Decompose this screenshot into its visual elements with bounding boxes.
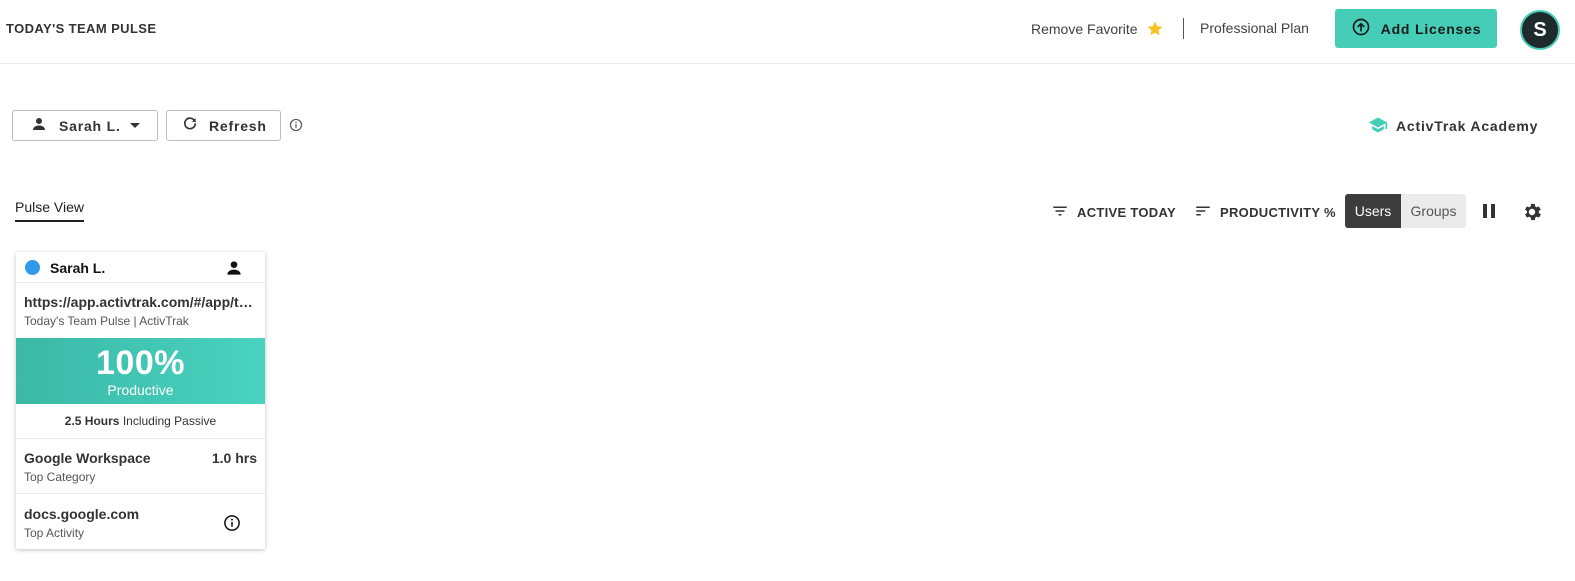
card-header: Sarah L. [16, 252, 265, 283]
top-category-label: Top Category [24, 470, 96, 484]
sort-icon [1194, 202, 1212, 223]
info-icon[interactable] [223, 514, 241, 532]
productivity-label: Productive [107, 382, 174, 398]
sort-label: PRODUCTIVITY % [1220, 204, 1336, 220]
tab-pulse-view[interactable]: Pulse View [15, 199, 85, 222]
hours-suffix: Including Passive [122, 414, 217, 428]
divider [16, 438, 265, 439]
graduation-cap-icon [1368, 115, 1388, 138]
divider [16, 493, 265, 494]
refresh-button[interactable]: Refresh [166, 110, 281, 141]
remove-favorite-label: Remove Favorite [1031, 21, 1138, 37]
filter-icon [1051, 202, 1069, 223]
remove-favorite-button[interactable]: Remove Favorite [1031, 18, 1164, 40]
toggle-groups[interactable]: Groups [1401, 194, 1466, 228]
user-pulse-card[interactable]: Sarah L. https://app.activtrak.com/#/app… [16, 252, 265, 549]
upload-circle-icon [1351, 17, 1371, 40]
user-select-label: Sarah L. [59, 117, 121, 134]
page-title: TODAY'S TEAM PULSE [6, 21, 157, 36]
current-url: https://app.activtrak.com/#/app/teampuls… [24, 294, 260, 310]
plan-label: Professional Plan [1200, 20, 1309, 36]
top-activity-name: docs.google.com [24, 506, 140, 522]
person-icon [30, 115, 48, 136]
person-icon[interactable] [224, 258, 244, 278]
pause-icon[interactable] [1481, 202, 1497, 220]
top-bar: TODAY'S TEAM PULSE Remove Favorite Profe… [0, 0, 1575, 64]
card-user-name: Sarah L. [50, 260, 106, 276]
user-select-dropdown[interactable]: Sarah L. [12, 110, 158, 141]
chevron-down-icon [130, 123, 140, 128]
status-dot [25, 260, 40, 275]
activtrak-academy-link[interactable]: ActivTrak Academy [1368, 116, 1538, 136]
filter-label: ACTIVE TODAY [1077, 204, 1176, 220]
current-page-title: Today's Team Pulse | ActivTrak [24, 314, 189, 328]
academy-label: ActivTrak Academy [1396, 118, 1539, 134]
star-icon [1146, 20, 1164, 38]
refresh-icon [181, 115, 199, 136]
productivity-band: 100% Productive [16, 338, 265, 404]
add-licenses-label: Add Licenses [1380, 20, 1482, 37]
add-licenses-button[interactable]: Add Licenses [1335, 9, 1497, 48]
users-groups-toggle: Users Groups [1345, 194, 1466, 228]
hours-summary: 2.5 Hours Including Passive [16, 414, 265, 428]
top-activity-label: Top Activity [24, 526, 85, 540]
header-divider [1183, 18, 1184, 39]
productivity-percent: 100% [96, 344, 185, 382]
top-category-name: Google Workspace [24, 450, 151, 466]
gear-icon[interactable] [1521, 201, 1543, 223]
avatar[interactable]: S [1520, 10, 1560, 50]
top-category-hours: 1.0 hrs [211, 450, 257, 466]
active-today-filter-button[interactable]: ACTIVE TODAY [1051, 202, 1176, 222]
productivity-sort-button[interactable]: PRODUCTIVITY % [1194, 202, 1336, 222]
refresh-label: Refresh [209, 117, 267, 134]
toggle-users[interactable]: Users [1345, 194, 1401, 228]
info-icon[interactable] [289, 118, 303, 132]
hours-value: 2.5 Hours [64, 414, 120, 428]
